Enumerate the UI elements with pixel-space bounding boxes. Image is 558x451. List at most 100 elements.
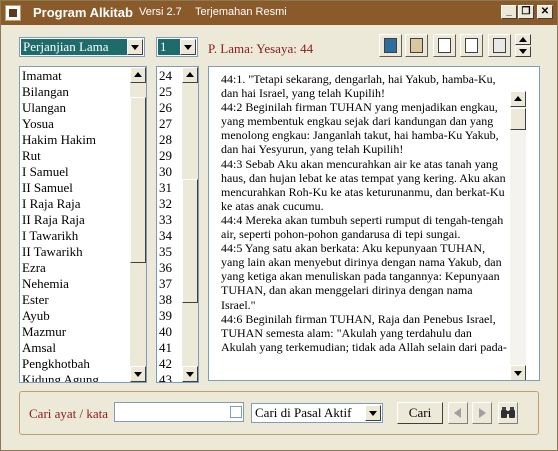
chapter-list-item[interactable]: 36 [157,260,183,276]
minimize-button[interactable]: _ [501,5,517,19]
title-bar[interactable]: Program Alkitab Versi 2.7 Terjemahan Res… [1,1,557,25]
book-list-item[interactable]: Ezra [20,260,131,276]
book-list-item[interactable]: Pengkhotbah [20,356,131,372]
book-list-scrollbar[interactable] [130,67,146,382]
bible-app-icon[interactable] [5,5,21,21]
book-list-item[interactable]: Hakim Hakim [20,132,131,148]
chapter-list-item[interactable]: 30 [157,164,183,180]
verse-scroll-up[interactable] [510,91,526,107]
book-list-item[interactable]: Ayub [20,308,131,324]
chapter-value: 1 [158,39,180,55]
binoculars-icon [501,407,515,418]
chapter-list-item[interactable]: 39 [157,308,183,324]
copy-button[interactable] [433,34,456,57]
chapter-list-item[interactable]: 32 [157,196,183,212]
chapter-list-item[interactable]: 34 [157,228,183,244]
people-button[interactable] [405,34,428,57]
chapter-list-item[interactable]: 43 [157,372,183,382]
chapter-list-item[interactable]: 26 [157,100,183,116]
book-list-item[interactable]: I Samuel [20,164,131,180]
chevron-down-icon[interactable] [365,405,381,421]
chapter-list-item[interactable]: 24 [157,68,183,84]
verse-paragraph: 44:3 Sebab Aku akan mencurahkan air ke a… [221,156,506,213]
people-icon [410,38,423,53]
bible-book-button[interactable] [379,34,402,57]
chapter-list[interactable]: 24 25 26 27 28 29 30 31 32 33 34 35 36 37 38 39 40 41 42 43… [156,66,199,383]
book-list-item[interactable]: Amsal [20,340,131,356]
chapter-list-item[interactable]: 28 [157,132,183,148]
chapter-list-item[interactable]: 37 [157,276,183,292]
book-list-item[interactable]: I Raja Raja [20,196,131,212]
book-list-item[interactable]: Bilangan [20,84,131,100]
app-window: Program Alkitab Versi 2.7 Terjemahan Res… [0,0,558,451]
book-list-item[interactable]: Mazmur [20,324,131,340]
book-scroll-down[interactable] [130,366,146,382]
book-list-item[interactable]: II Samuel [20,180,131,196]
verse-text: 44:1. "Tetapi sekarang, dengarlah, hai Y… [221,72,509,354]
verse-paragraph: 44:6 Beginilah firman TUHAN, Raja dan Pe… [221,311,507,354]
verse-text-panel[interactable]: 44:1. "Tetapi sekarang, dengarlah, hai Y… [208,66,540,381]
restore-button[interactable]: ❐ [518,5,534,19]
list-view-icon [493,38,506,53]
search-scope-dropdown[interactable]: Cari di Pasal Aktif [251,403,383,423]
book-list-item[interactable]: II Tawarikh [20,244,131,260]
scroll-up-button[interactable] [515,34,531,45]
book-scroll-thumb[interactable] [130,97,146,263]
document-icon [465,38,478,53]
arrow-down-icon [519,49,527,54]
chapter-list-item[interactable]: 35 [157,244,183,260]
chapter-list-scrollbar[interactable] [182,67,198,382]
app-version: Versi 2.7 [139,6,182,18]
search-label: Cari ayat / kata [29,406,109,421]
chapter-dropdown[interactable]: 1 [156,37,198,57]
list-view-button[interactable] [488,34,511,57]
document-button[interactable] [460,34,483,57]
book-list-item[interactable]: Ulangan [20,100,131,116]
book-list-item[interactable]: I Tawarikh [20,228,131,244]
current-reference: P. Lama: Yesaya: 44 [208,41,314,56]
previous-result-button[interactable] [448,402,468,424]
book-list-item[interactable]: Ester [20,292,131,308]
chapter-scroll-down[interactable] [182,366,198,382]
chapter-list-item[interactable]: 29 [157,148,183,164]
verse-paragraph: 44:1. "Tetapi sekarang, dengarlah, hai Y… [221,72,496,101]
app-title: Program Alkitab [33,5,133,20]
scroll-down-button[interactable] [515,46,531,57]
search-option-checkbox[interactable] [230,406,242,418]
chapter-list-item[interactable]: 33 [157,212,183,228]
verse-scrollbar[interactable] [510,91,526,380]
book-list-item[interactable]: Rut [20,148,131,164]
book-list[interactable]: Imamat Bilangan Ulangan Yosua Hakim Hakim Rut… [19,66,147,383]
verse-scroll-down[interactable] [510,365,526,380]
chapter-list-item[interactable]: 31 [157,180,183,196]
book-scroll-up[interactable] [130,67,146,83]
copy-icon [438,38,451,53]
verse-scroll-thumb[interactable] [510,108,526,130]
next-result-button[interactable] [472,402,492,424]
chevron-down-icon[interactable] [127,39,143,55]
bible-book-icon [384,38,397,53]
chapter-list-item[interactable]: 25 [157,84,183,100]
chapter-scroll-thumb[interactable] [182,179,198,303]
book-list-item[interactable]: Kidung Agung [20,372,131,382]
chapter-list-item[interactable]: 42 [157,356,183,372]
close-button[interactable]: ✕ [537,5,553,19]
search-input[interactable] [114,402,244,422]
chapter-list-item[interactable]: 40 [157,324,183,340]
chapter-list-item[interactable]: 38 [157,292,183,308]
search-scope-value: Cari di Pasal Aktif [255,405,352,420]
testament-dropdown[interactable]: Perjanjian Lama [19,37,145,57]
book-list-item[interactable]: Yosua [20,116,131,132]
chevron-down-icon[interactable] [180,39,196,55]
translation-name: Terjemahan Resmi [195,6,287,18]
book-list-item[interactable]: Imamat [20,68,131,84]
chapter-scroll-up[interactable] [182,67,198,83]
chapter-list-item[interactable]: 41 [157,340,183,356]
search-button[interactable]: Cari [397,402,443,424]
book-list-item[interactable]: II Raja Raja [20,212,131,228]
chapter-list-item[interactable]: 27 [157,116,183,132]
verse-paragraph: 44:4 Mereka akan tumbuh seperti rumput d… [221,212,504,242]
binoculars-button[interactable] [498,402,518,424]
book-list-item[interactable]: Nehemia [20,276,131,292]
arrow-up-icon [519,37,527,42]
